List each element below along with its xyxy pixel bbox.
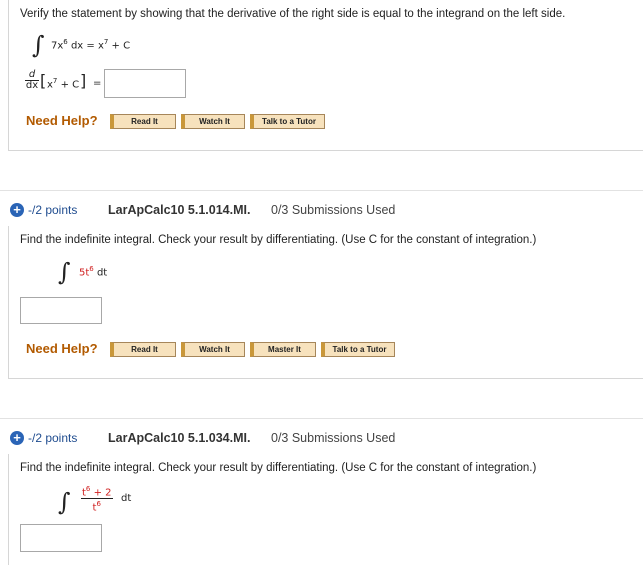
q3-panel-border	[8, 454, 9, 565]
q2-instruction: Find the indefinite integral. Check your…	[20, 234, 537, 246]
q1-bracket-left: [	[40, 71, 47, 90]
q1-panel-border	[8, 0, 9, 150]
q3-fraction: t6 + 2 t6	[81, 484, 113, 514]
q1-talk-to-tutor-button[interactable]: Talk to a Tutor	[250, 114, 325, 129]
q2-expand-plus-icon[interactable]: +	[10, 203, 24, 217]
q2-panel-bottom	[8, 378, 643, 379]
q1-need-help-label: Need Help?	[26, 113, 98, 128]
q1-bracket-expr: x7 + C	[47, 77, 80, 91]
q1-panel-bottom	[8, 150, 643, 151]
q2-watch-it-button[interactable]: Watch It	[181, 342, 245, 357]
q1-read-it-button[interactable]: Read It	[110, 114, 176, 129]
q1-bracket-right: ]	[80, 71, 87, 90]
q3-answer-input[interactable]	[20, 524, 102, 552]
q3-fraction-denominator: t6	[92, 500, 101, 514]
q3-dt: dt	[121, 493, 132, 504]
q1-watch-it-button[interactable]: Watch It	[181, 114, 245, 129]
q2-submissions: 0/3 Submissions Used	[271, 203, 396, 217]
q3-header-separator	[0, 418, 643, 419]
q3-submissions: 0/3 Submissions Used	[271, 431, 396, 445]
q2-need-help-label: Need Help?	[26, 341, 98, 356]
q2-answer-input[interactable]	[20, 297, 102, 324]
q2-header-separator	[0, 190, 643, 191]
q3-fraction-numerator: t6 + 2	[81, 485, 113, 500]
q3-expand-plus-icon[interactable]: +	[10, 431, 24, 445]
q1-instruction: Verify the statement by showing that the…	[20, 8, 566, 20]
q3-points: -/2 points	[28, 431, 78, 445]
q2-integrand: 5t6 dt	[79, 265, 108, 279]
q1-integral-statement: 7x6 dx = x7 + C	[51, 38, 131, 52]
q2-master-it-button[interactable]: Master It	[250, 342, 316, 357]
q2-points: -/2 points	[28, 203, 78, 217]
q2-panel-border	[8, 226, 9, 378]
q1-derivative-operator: d dx	[25, 69, 39, 91]
q1-equals: =	[93, 78, 102, 89]
q3-integral-sign: ∫	[58, 488, 71, 516]
q2-read-it-button[interactable]: Read It	[110, 342, 176, 357]
q2-question-code: LarApCalc10 5.1.014.MI.	[108, 203, 251, 217]
q3-instruction: Find the indefinite integral. Check your…	[20, 462, 537, 474]
q2-talk-to-tutor-button[interactable]: Talk to a Tutor	[321, 342, 395, 357]
q3-question-code: LarApCalc10 5.1.034.MI.	[108, 431, 251, 445]
q1-integral-sign: ∫	[32, 31, 45, 59]
q1-answer-input[interactable]	[104, 69, 186, 98]
q2-integral-sign: ∫	[58, 258, 71, 286]
